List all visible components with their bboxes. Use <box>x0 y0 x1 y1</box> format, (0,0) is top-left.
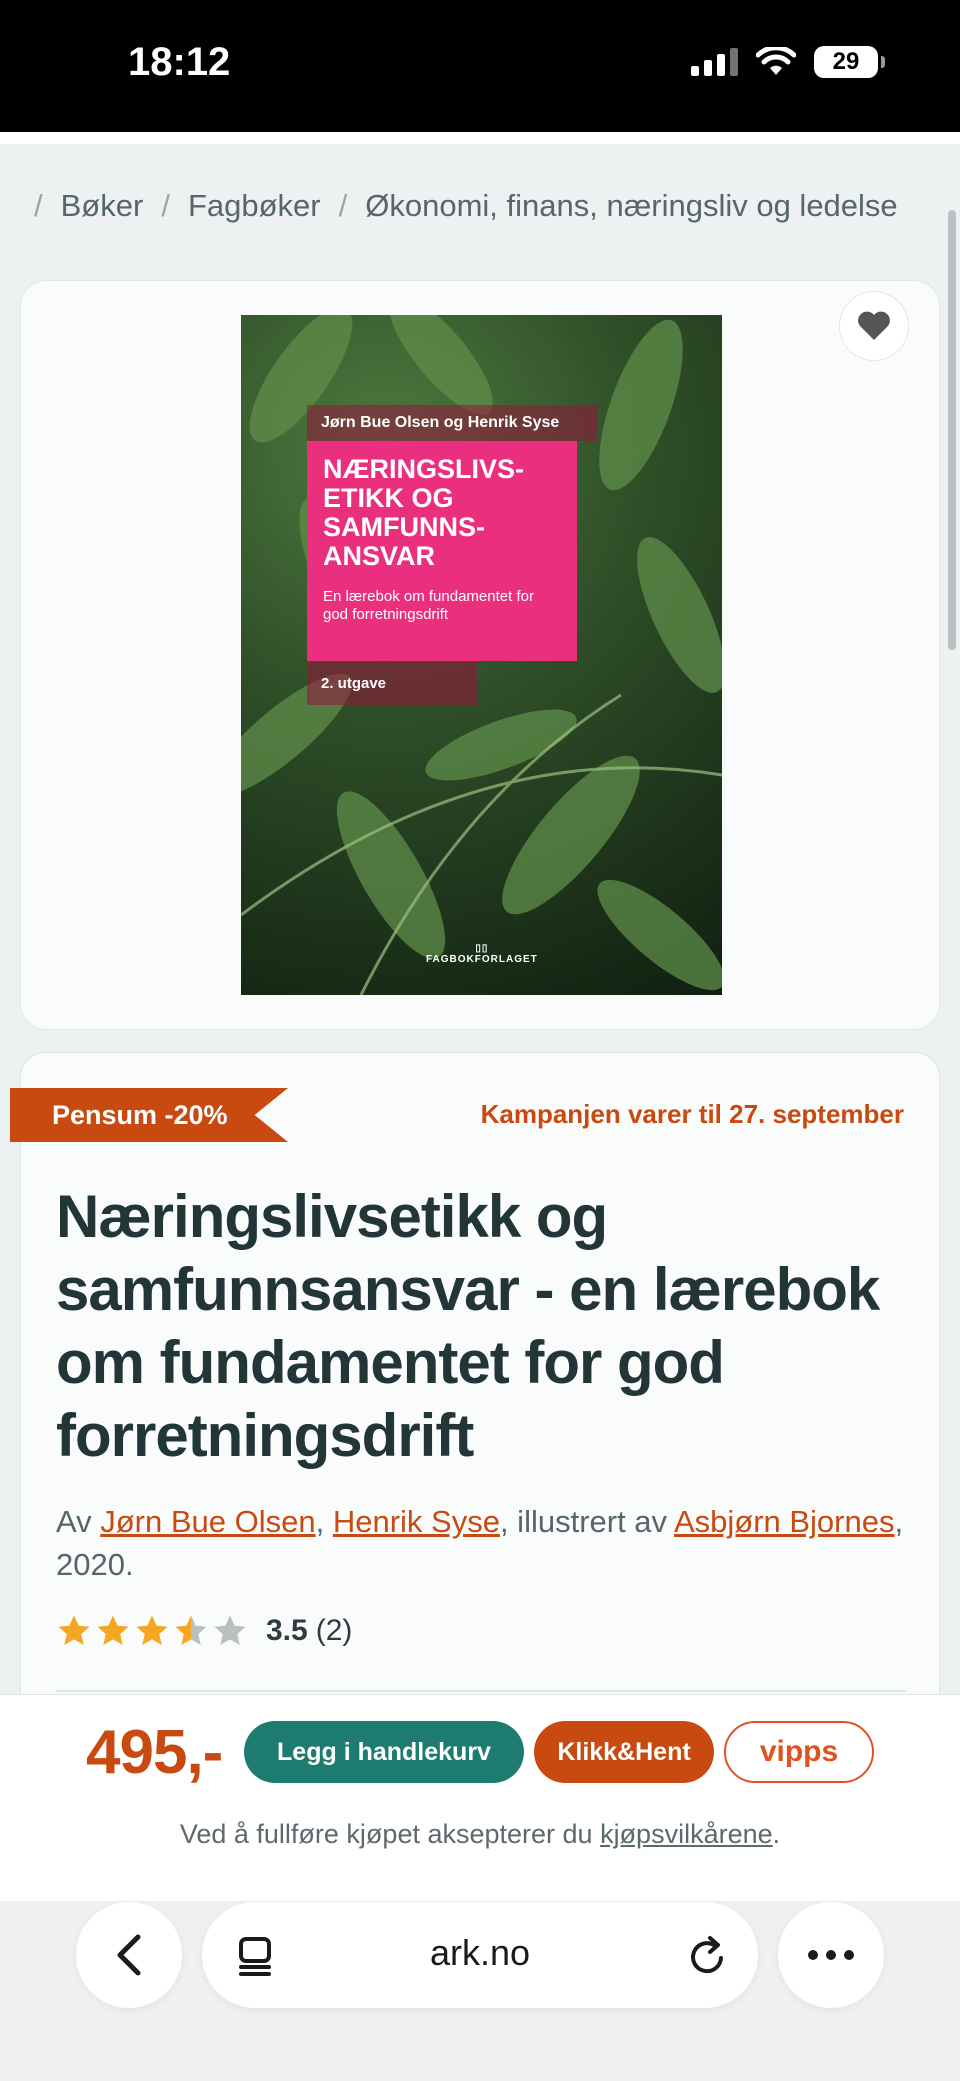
product-title: Næringslivsetikk og samfunnsansvar - en … <box>56 1183 880 1469</box>
price: 495,- <box>86 1718 223 1787</box>
terms-prefix: Ved å fullføre kjøpet aksepterer du <box>179 1819 601 1849</box>
browser-toolbar: ark.no <box>0 1902 960 2081</box>
author-link[interactable]: Jørn Bue Olsen <box>100 1504 315 1539</box>
campaign-badge: Pensum -20% <box>10 1088 288 1142</box>
cover-subtitle: En lærebok om fundamentet for god forret… <box>323 587 534 623</box>
favorite-button[interactable] <box>839 291 909 361</box>
cover-title-line: ETIKK OG <box>323 483 454 514</box>
breadcrumb-item-boker[interactable]: Bøker <box>61 188 144 224</box>
star-full-icon <box>97 1615 129 1646</box>
status-icons: 29 <box>691 46 885 78</box>
star-full-icon <box>136 1615 168 1646</box>
heart-icon <box>858 311 890 340</box>
star-full-icon <box>58 1615 90 1646</box>
wifi-icon <box>756 47 796 75</box>
vipps-button[interactable]: vipps <box>724 1721 874 1783</box>
terms-link[interactable]: kjøpsvilkårene <box>600 1819 773 1849</box>
campaign-end-date: Kampanjen varer til 27. september <box>480 1099 904 1129</box>
terms-text: Ved å fullføre kjøpet aksepterer du kjøp… <box>0 1819 960 1850</box>
terms-suffix: . <box>772 1819 781 1849</box>
cover-authors: Jørn Bue Olsen og Henrik Syse <box>307 405 597 441</box>
publisher-mark-icon: ▯▯ <box>475 943 489 954</box>
breadcrumb-separator: / <box>34 188 43 223</box>
breadcrumb-separator: / <box>161 188 170 223</box>
cover-title-line: ANSVAR <box>323 541 436 572</box>
product-byline: Av Jørn Bue Olsen, Henrik Syse, illustre… <box>56 1500 906 1586</box>
breadcrumb-item-okonomi[interactable]: Økonomi, finans, næringsliv og ledelse <box>365 188 897 224</box>
reload-icon[interactable] <box>688 1934 728 1976</box>
rating-stars <box>56 1614 248 1648</box>
address-bar[interactable]: ark.no <box>202 1902 758 2008</box>
breadcrumb-separator: / <box>338 188 348 223</box>
more-options-button[interactable] <box>778 1902 884 2008</box>
divider <box>56 1690 906 1692</box>
cover-title-line: SAMFUNNS- <box>323 512 485 543</box>
star-empty-icon <box>214 1615 246 1646</box>
cover-publisher-name: FAGBOKFORLAGET <box>426 954 538 965</box>
cover-edition: 2. utgave <box>307 661 477 705</box>
rating[interactable]: 3.5 (2) <box>56 1614 352 1648</box>
click-and-collect-button[interactable]: Klikk&Hent <box>534 1721 714 1783</box>
battery-icon: 29 <box>814 46 885 78</box>
breadcrumb-item-fagboker[interactable]: Fagbøker <box>188 188 321 224</box>
author-link[interactable]: Henrik Syse <box>333 1504 500 1539</box>
byline-prefix: Av <box>56 1504 101 1539</box>
cover-publisher-logo: ▯▯ FAGBOKFORLAGET <box>426 943 538 965</box>
rating-value: 3.5 <box>266 1614 308 1647</box>
cover-title-line: NÆRINGSLIVS- <box>323 454 525 484</box>
breadcrumb: / Bøker / Fagbøker / Økonomi, finans, næ… <box>34 188 898 224</box>
chevron-left-icon <box>117 1934 141 1976</box>
byline-separator: , <box>315 1504 333 1539</box>
rating-count: (2) <box>315 1614 353 1647</box>
url-text: ark.no <box>429 1932 531 1973</box>
back-button[interactable] <box>76 1902 182 2008</box>
ellipsis-icon <box>808 1950 854 1960</box>
scrollbar[interactable] <box>948 210 956 650</box>
star-half-icon <box>175 1615 207 1646</box>
status-time: 18:12 <box>128 40 231 84</box>
status-bar: 18:12 29 <box>0 0 960 132</box>
byline-illustrated-by: , illustrert av <box>499 1504 674 1539</box>
book-cover-image[interactable]: Jørn Bue Olsen og Henrik Syse NÆRINGSLIV… <box>241 315 722 995</box>
add-to-cart-button[interactable]: Legg i handlekurv <box>244 1721 524 1783</box>
cover-title: NÆRINGSLIVS- ETIKK OG SAMFUNNS- ANSVAR <box>323 454 561 572</box>
page-header-edge <box>0 132 960 144</box>
cover-title-block: NÆRINGSLIVS- ETIKK OG SAMFUNNS- ANSVAR E… <box>307 441 577 661</box>
illustrator-link[interactable]: Asbjørn Bjornes <box>674 1504 895 1539</box>
cellular-signal-icon <box>691 48 738 76</box>
buy-bar: 495,- Legg i handlekurv Klikk&Hent vipps… <box>0 1694 960 1901</box>
product-image-card: Jørn Bue Olsen og Henrik Syse NÆRINGSLIV… <box>20 280 940 1030</box>
